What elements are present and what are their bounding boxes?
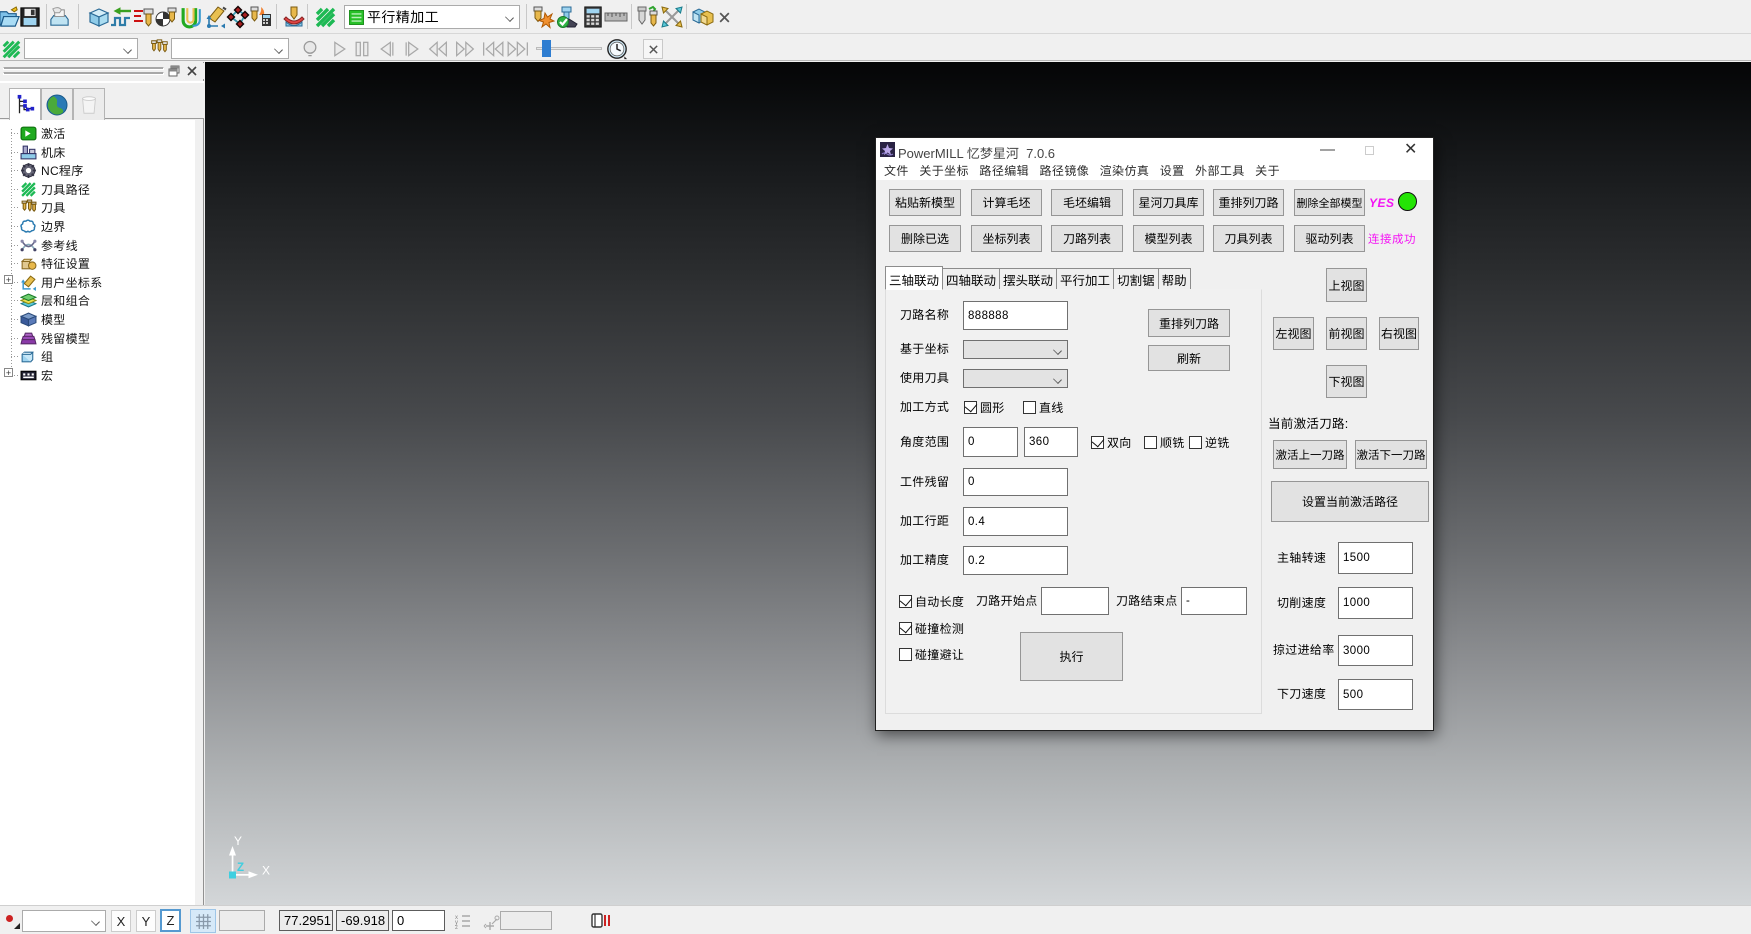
svg-text:Y: Y xyxy=(234,834,242,848)
svg-text:Z: Z xyxy=(237,862,244,874)
svg-text:X: X xyxy=(262,864,270,878)
svg-text:z: z xyxy=(455,925,458,929)
